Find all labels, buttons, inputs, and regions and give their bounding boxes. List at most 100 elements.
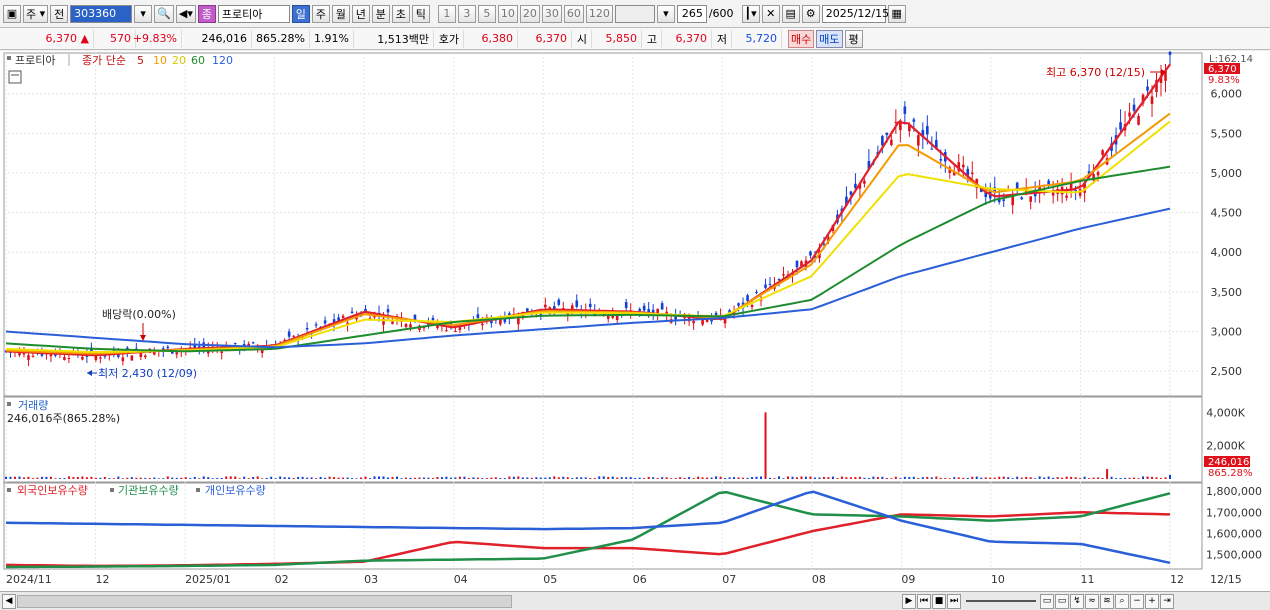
- scope-button[interactable]: 전: [50, 4, 69, 23]
- volume-bar: [557, 477, 560, 479]
- minute-30[interactable]: 30: [541, 4, 562, 23]
- scroll-right-icon[interactable]: ▶: [902, 593, 916, 609]
- price-change-pct: +9.83%: [133, 29, 182, 48]
- next-icon[interactable]: ⏭: [947, 593, 961, 609]
- volume-bar: [427, 477, 430, 479]
- volume-bar: [539, 477, 542, 479]
- volume-bar: [148, 478, 151, 479]
- period-minute[interactable]: 분: [371, 4, 390, 23]
- candle-body: [863, 180, 866, 184]
- volume-bar: [728, 477, 731, 479]
- volume-tag-pct: 865.28%: [1208, 468, 1253, 479]
- period-week[interactable]: 주: [311, 4, 330, 23]
- candle-type-icon[interactable]: ┃▾: [741, 4, 760, 23]
- trade-amount: 1,513백만: [354, 29, 434, 48]
- draw-tool-icon[interactable]: ✕: [761, 4, 780, 23]
- candle-body: [588, 303, 592, 308]
- volume-bar: [1155, 477, 1158, 479]
- minute-60[interactable]: 60: [563, 4, 584, 23]
- period-second[interactable]: 초: [391, 4, 410, 23]
- volume-bar: [1020, 477, 1023, 479]
- calendar-icon[interactable]: ▦: [887, 4, 906, 23]
- speaker-icon[interactable]: ◀▾: [175, 4, 196, 23]
- volume-bar: [1065, 476, 1068, 479]
- x-tick-label: 08: [812, 573, 826, 586]
- stop-icon[interactable]: ■: [932, 593, 946, 609]
- count-input[interactable]: 265: [676, 4, 707, 23]
- foreign-holding-legend: 외국인보유수량: [17, 484, 88, 497]
- candle-body: [777, 279, 781, 281]
- volume-bar: [49, 476, 52, 479]
- volume-bar: [679, 477, 682, 479]
- stock-chart-svg[interactable]: 6,000 5,500 5,000 4,500 4,000 3,500 3,000 2,500…: [0, 44, 1270, 591]
- expand-icon[interactable]: ⇥: [1160, 593, 1174, 609]
- volume-bar: [710, 477, 713, 479]
- volume-bar: [1070, 476, 1073, 479]
- tool-icon[interactable]: ≋: [1100, 593, 1114, 609]
- date-input[interactable]: 2025/12/15: [821, 4, 889, 23]
- stock-name-field[interactable]: 프로티아: [217, 4, 290, 23]
- volume-bar: [351, 478, 354, 479]
- tool-icon[interactable]: ≈: [1085, 593, 1099, 609]
- period-tick[interactable]: 틱: [411, 4, 430, 23]
- volume-bar: [193, 476, 196, 479]
- volume-bar: [454, 477, 457, 479]
- custom-period-input[interactable]: [614, 4, 655, 23]
- volume-title: 거래량: [18, 399, 48, 412]
- scroll-thumb[interactable]: [17, 594, 512, 608]
- candle-body: [647, 309, 650, 313]
- volume-bar: [521, 477, 524, 479]
- buy-button[interactable]: 매수: [788, 29, 815, 48]
- calculator-icon[interactable]: [8, 70, 22, 84]
- prev-icon[interactable]: ⏮: [917, 593, 931, 609]
- settings-gear-icon[interactable]: ⚙: [801, 4, 820, 23]
- search-icon[interactable]: 🔍: [154, 4, 174, 23]
- volume-bar: [530, 477, 533, 479]
- minute-3[interactable]: 3: [457, 4, 476, 23]
- period-month[interactable]: 월: [331, 4, 350, 23]
- volume-bar: [1101, 478, 1104, 479]
- volume-bar: [867, 478, 870, 479]
- custom-period-dropdown-icon[interactable]: ▾: [656, 4, 675, 23]
- tool-icon[interactable]: ↯: [1070, 593, 1084, 609]
- save-icon[interactable]: ▤: [781, 4, 800, 23]
- volume-bar: [373, 476, 376, 479]
- candle-body: [737, 303, 740, 306]
- volume-bar: [135, 477, 138, 479]
- zoom-out-icon[interactable]: −: [1130, 593, 1144, 609]
- type-select[interactable]: 주 ▾: [23, 4, 49, 23]
- ma120-legend: 120: [212, 54, 233, 67]
- sell-button[interactable]: 매도: [816, 29, 843, 48]
- legend-square-icon: [7, 56, 11, 60]
- candle-body: [175, 352, 179, 355]
- code-dropdown-icon[interactable]: ▾: [134, 4, 153, 23]
- layout-a-icon[interactable]: ▭: [1040, 593, 1054, 609]
- stock-code-input[interactable]: 303360: [70, 4, 133, 23]
- volume-bar: [715, 476, 718, 479]
- zoom-in-icon[interactable]: +: [1145, 593, 1159, 609]
- chart-area[interactable]: 6,000 5,500 5,000 4,500 4,000 3,500 3,000 2,500…: [0, 44, 1270, 591]
- y-tick-label: 3,500: [1211, 286, 1243, 299]
- minute-5[interactable]: 5: [477, 4, 496, 23]
- volume-bar: [139, 477, 142, 479]
- layout-b-icon[interactable]: ▭: [1055, 593, 1069, 609]
- minute-120[interactable]: 120: [585, 4, 613, 23]
- volume-bar: [27, 476, 30, 479]
- volume-bar: [126, 477, 129, 479]
- minute-10[interactable]: 10: [497, 4, 518, 23]
- volume-bar: [998, 476, 1001, 479]
- volume-bar: [1061, 477, 1064, 479]
- zoom-slider[interactable]: [966, 600, 1036, 602]
- period-year[interactable]: 년: [351, 4, 370, 23]
- zoom-search-icon[interactable]: ⌕: [1115, 593, 1129, 609]
- eval-button[interactable]: 평: [844, 29, 863, 48]
- volume-ratio: 865.28%: [252, 29, 310, 48]
- volume-bar: [395, 476, 398, 479]
- layout-icon[interactable]: ▣: [3, 4, 21, 23]
- minute-20[interactable]: 20: [519, 4, 540, 23]
- candle-body: [1074, 190, 1077, 192]
- period-day[interactable]: 일: [291, 4, 310, 23]
- scroll-left-icon[interactable]: ◀: [2, 593, 16, 609]
- minute-1[interactable]: 1: [437, 4, 456, 23]
- candle-body: [517, 318, 520, 325]
